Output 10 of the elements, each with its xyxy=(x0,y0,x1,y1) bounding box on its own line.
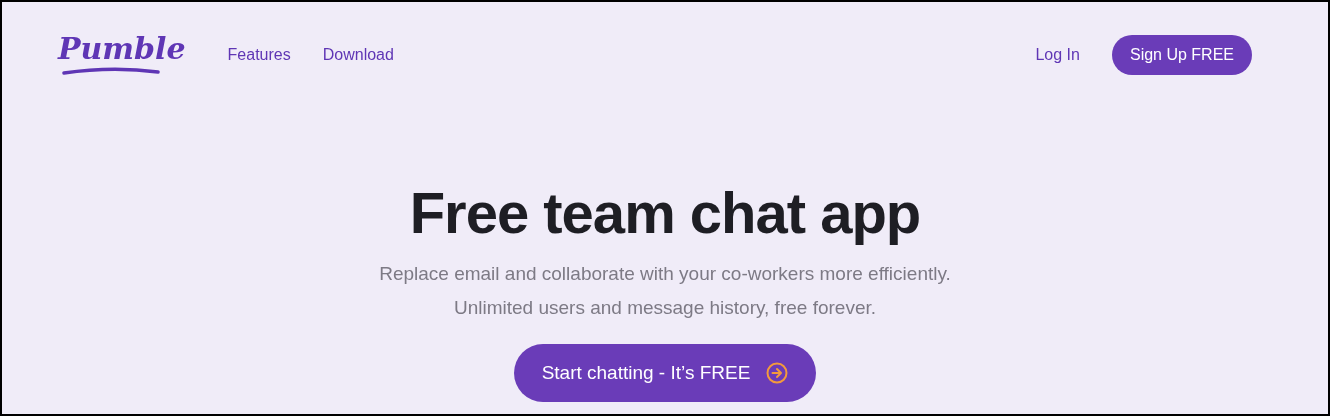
nav-link[interactable]: Features xyxy=(227,43,291,67)
hero-subtitle: Unlimited users and message history, free forever. xyxy=(453,296,876,320)
logo-link[interactable]: Pumble xyxy=(58,34,186,76)
hero-subtitle: Replace email and collaborate with your co-workers more efficiently. xyxy=(379,262,951,286)
login-link[interactable]: Log In xyxy=(1035,43,1080,67)
swoosh-icon xyxy=(62,66,160,76)
nav-link[interactable]: Download xyxy=(322,43,394,67)
arrow-circle-icon xyxy=(766,362,789,384)
cta-button[interactable]: Start chatting - It’s FREE xyxy=(513,344,817,402)
signup-button[interactable]: Sign Up FREE xyxy=(1111,35,1252,75)
